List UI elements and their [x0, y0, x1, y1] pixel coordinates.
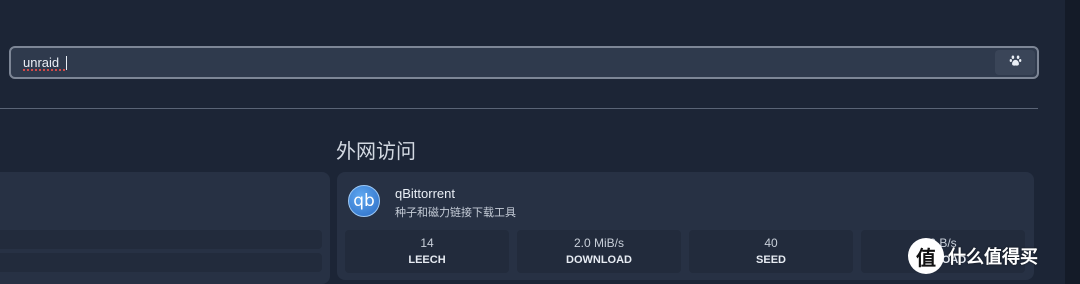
stat-label: SEED	[756, 254, 786, 266]
search-box	[9, 46, 1039, 79]
stat-value: 40	[764, 236, 778, 250]
stat-label: DOWNLOAD	[566, 254, 632, 266]
section-title: 外网访问	[336, 139, 416, 163]
stat-leech: 14 LEECH	[345, 230, 509, 273]
stat-value: 14	[420, 236, 434, 250]
stat-seed: 40 SEED	[689, 230, 853, 273]
stat-download: 2.0 MiB/s DOWNLOAD	[517, 230, 681, 273]
baidu-paw-icon	[1009, 54, 1022, 72]
app-name: qBittorrent	[395, 186, 455, 201]
stat-bar	[0, 253, 322, 272]
scrollbar-track[interactable]	[1065, 0, 1080, 284]
stat-label: LEECH	[408, 254, 446, 266]
text-caret	[66, 56, 67, 70]
watermark: 值 什么值得买	[908, 238, 1058, 274]
watermark-logo-icon: 值	[908, 238, 944, 274]
qbittorrent-icon: qb	[348, 185, 380, 217]
partial-app-card[interactable]	[0, 172, 330, 284]
search-engine-button[interactable]	[995, 50, 1035, 75]
spellcheck-underline	[23, 69, 65, 71]
app-description: 种子和磁力链接下载工具	[395, 206, 516, 219]
stat-bar	[0, 230, 322, 249]
stat-value: 2.0 MiB/s	[573, 236, 624, 250]
search-input[interactable]	[11, 48, 993, 77]
section-divider	[0, 108, 1038, 109]
watermark-text: 什么值得买	[948, 247, 1038, 268]
